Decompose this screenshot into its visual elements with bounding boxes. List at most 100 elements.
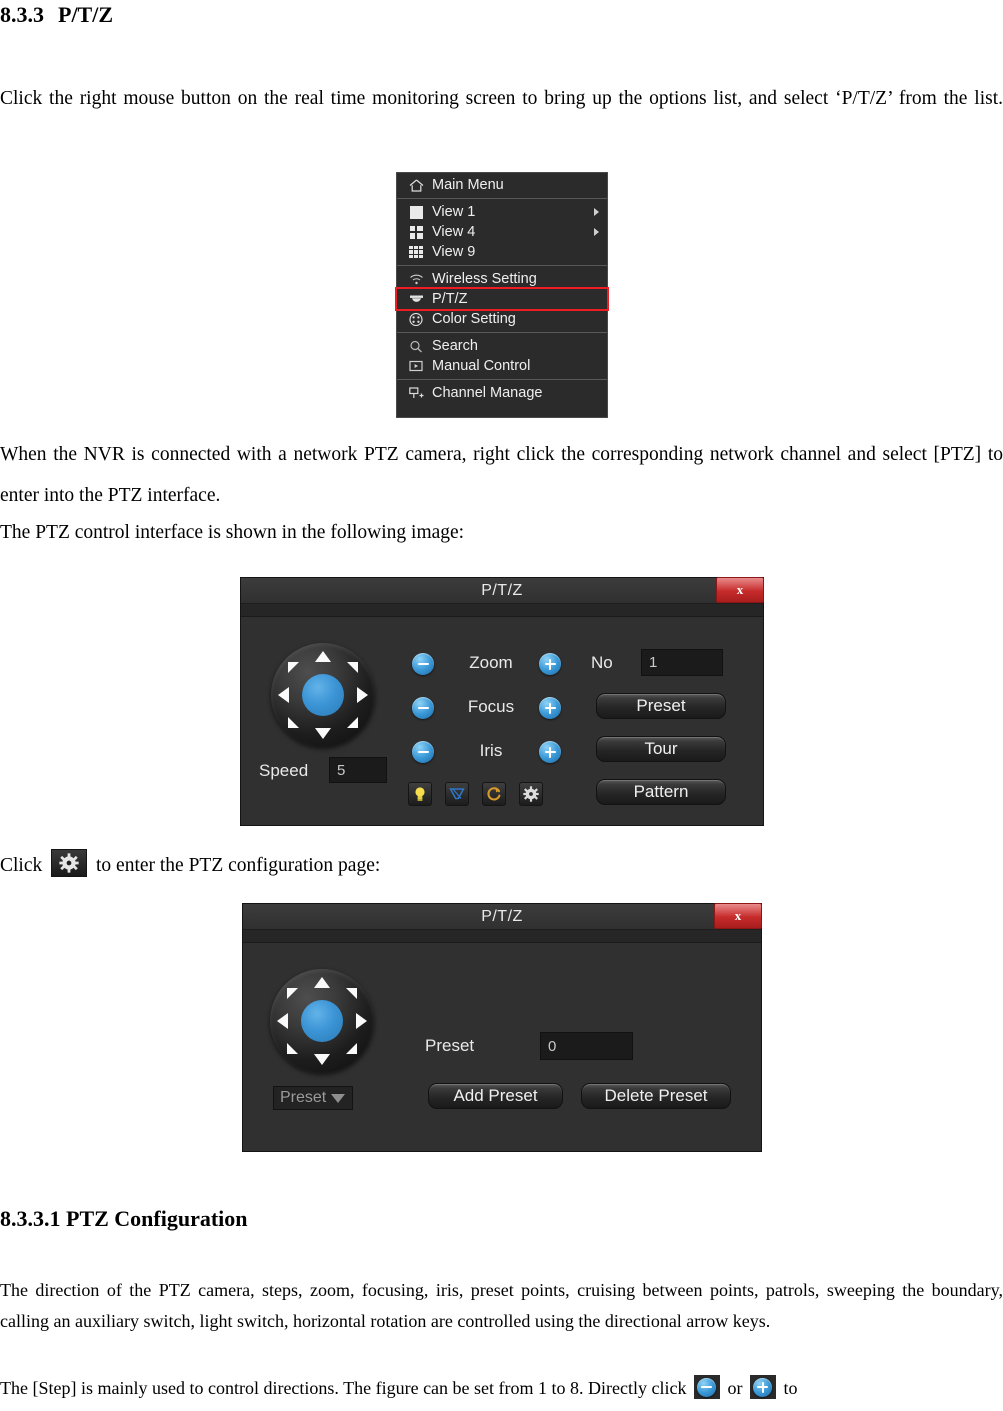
joystick-up-right-arrow[interactable] [347, 662, 358, 673]
joystick-center-button[interactable] [302, 674, 344, 716]
close-icon[interactable]: x [716, 577, 764, 603]
ptz-config-subbar [243, 930, 761, 943]
speed-input[interactable]: 5 [329, 757, 387, 783]
wiper-icon[interactable] [445, 782, 469, 806]
menu-item-label: View 9 [432, 244, 476, 260]
zoom-minus-button[interactable] [412, 653, 434, 675]
document-page: 8.3.3 P/T/Z Click the right mouse button … [0, 0, 1003, 1411]
menu-item-label: View 1 [432, 204, 476, 220]
joystick-up-arrow[interactable] [314, 977, 330, 988]
joystick-right-arrow[interactable] [357, 687, 368, 703]
iris-plus-button[interactable] [539, 741, 561, 763]
sidebar-item-view-9[interactable]: View 9 [397, 242, 607, 262]
ptz-config-titlebar: P/T/Z x [243, 903, 762, 930]
joystick-up-right-arrow[interactable] [346, 988, 357, 999]
paragraph-ptz-description: The direction of the PTZ camera, steps, … [0, 1280, 1003, 1331]
heading-text: P/T/Z [58, 2, 114, 27]
right-click-context-menu[interactable]: Main Menu View 1 View 4 View 9 Wireless … [395, 172, 609, 418]
joystick-down-right-arrow[interactable] [347, 717, 358, 728]
iris-label: Iris [479, 741, 503, 760]
joystick-center-button[interactable] [301, 1000, 343, 1042]
ptz-joystick[interactable] [270, 969, 374, 1073]
sidebar-item-channel-manage[interactable]: Channel Manage [397, 383, 607, 403]
preset-dropdown-value: Preset [280, 1089, 327, 1106]
preset-input[interactable]: 0 [540, 1032, 633, 1060]
view1-icon [407, 205, 425, 219]
add-preset-button[interactable]: Add Preset [428, 1083, 563, 1109]
menu-item-label: Wireless Setting [432, 271, 537, 287]
focus-label: Focus [467, 697, 515, 716]
menu-divider [397, 265, 607, 266]
menu-item-label: Color Setting [432, 311, 516, 327]
gear-icon[interactable] [519, 782, 543, 806]
ptz-configuration-dialog[interactable]: P/T/Z x Preset Preset 0 Add Preset Delet… [242, 903, 762, 1152]
sidebar-item-view-1[interactable]: View 1 [397, 202, 607, 222]
menu-item-label: Main Menu [432, 177, 504, 193]
light-bulb-icon[interactable] [408, 782, 432, 806]
menu-item-label: Channel Manage [432, 385, 543, 401]
zoom-plus-button[interactable] [539, 653, 561, 675]
dialog-title: P/T/Z [481, 581, 523, 599]
sidebar-item-manual-control[interactable]: Manual Control [397, 356, 607, 376]
section-heading-ptz-configuration: 8.3.3.1 PTZ Configuration [0, 1206, 248, 1231]
wifi-icon [407, 272, 425, 286]
view4-icon [407, 225, 425, 239]
paragraph-nvr-connect: When the NVR is connected with a network… [0, 444, 1003, 506]
joystick-down-left-arrow[interactable] [287, 1043, 298, 1054]
speed-label: Speed [259, 761, 309, 780]
plus-button-icon [749, 1375, 776, 1399]
delete-preset-button[interactable]: Delete Preset [581, 1083, 731, 1109]
ptz-control-titlebar: P/T/Z x [241, 577, 764, 604]
joystick-down-arrow[interactable] [314, 1054, 330, 1065]
heading-number: 8.3.3 [0, 2, 44, 27]
paragraph-step-description: The [Step] is mainly used to control dir… [0, 1373, 1003, 1404]
rotation-icon[interactable] [482, 782, 506, 806]
ptz-control-dialog[interactable]: P/T/Z x Speed 5 Zoom Focus Iris No 1 Pre… [240, 577, 764, 826]
sidebar-item-wireless-setting[interactable]: Wireless Setting [397, 269, 607, 289]
menu-divider [397, 198, 607, 199]
sidebar-item-color-setting[interactable]: Color Setting [397, 309, 607, 329]
joystick-up-arrow[interactable] [315, 651, 331, 662]
sidebar-item-ptz[interactable]: P/T/Z [395, 287, 609, 311]
preset-dropdown[interactable]: Preset [273, 1086, 353, 1110]
focus-plus-button[interactable] [539, 697, 561, 719]
tour-button[interactable]: Tour [596, 736, 726, 762]
manual-control-icon [407, 359, 425, 373]
step-text-part1: The [Step] is mainly used to control dir… [0, 1378, 687, 1398]
close-icon[interactable]: x [714, 903, 762, 929]
chevron-down-icon [331, 1094, 345, 1103]
joystick-down-left-arrow[interactable] [288, 717, 299, 728]
focus-minus-button[interactable] [412, 697, 434, 719]
pattern-button[interactable]: Pattern [596, 779, 726, 805]
joystick-up-left-arrow[interactable] [287, 988, 298, 999]
ptz-joystick[interactable] [271, 643, 375, 747]
preset-button[interactable]: Preset [596, 693, 726, 719]
joystick-up-left-arrow[interactable] [288, 662, 299, 673]
joystick-left-arrow[interactable] [278, 687, 289, 703]
channel-manage-icon [407, 386, 425, 400]
joystick-down-arrow[interactable] [315, 728, 331, 739]
iris-minus-button[interactable] [412, 741, 434, 763]
menu-item-label: Search [432, 338, 478, 354]
click-text-before: Click [0, 855, 43, 876]
menu-item-label: Manual Control [432, 358, 531, 374]
ptz-dome-icon [407, 292, 425, 306]
no-label: No [591, 653, 613, 672]
menu-item-label: P/T/Z [432, 291, 468, 307]
dialog-title: P/T/Z [481, 907, 523, 925]
context-menu-group-settings: Wireless Setting P/T/Z Color Setting [395, 267, 609, 331]
context-menu-group-tools: Search Manual Control [397, 334, 607, 378]
context-menu-group-channel: Channel Manage [397, 381, 607, 405]
context-menu-group-views: View 1 View 4 View 9 [397, 200, 607, 264]
minus-button-icon [693, 1375, 720, 1399]
sidebar-item-main-menu[interactable]: Main Menu [397, 175, 607, 195]
sidebar-item-view-4[interactable]: View 4 [397, 222, 607, 242]
ptz-control-subbar [241, 604, 763, 617]
joystick-down-right-arrow[interactable] [346, 1043, 357, 1054]
joystick-left-arrow[interactable] [277, 1013, 288, 1029]
sidebar-item-search[interactable]: Search [397, 336, 607, 356]
view9-icon [407, 245, 425, 259]
joystick-right-arrow[interactable] [356, 1013, 367, 1029]
search-icon [407, 339, 425, 353]
no-input[interactable]: 1 [641, 649, 723, 676]
